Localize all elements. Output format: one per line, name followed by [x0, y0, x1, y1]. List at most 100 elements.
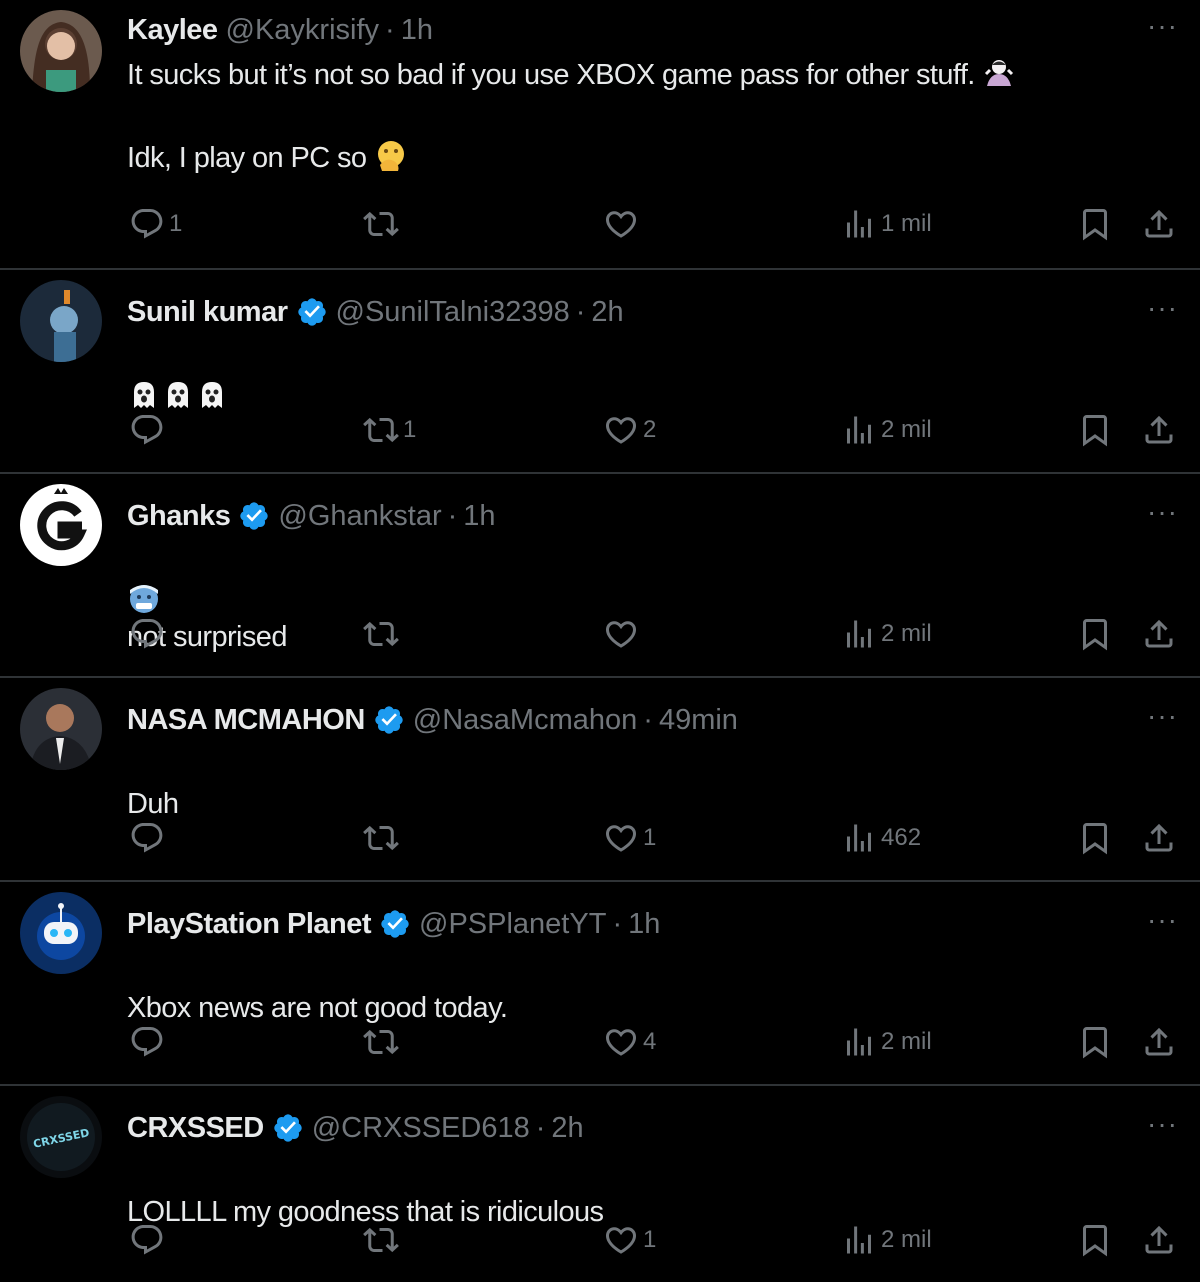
heart-icon — [603, 1024, 639, 1060]
share-icon — [1141, 206, 1177, 242]
like-button[interactable]: 1 — [603, 818, 656, 858]
avatar[interactable] — [20, 892, 102, 974]
post[interactable]: PlayStation Planet @PSPlanetYT · 1h ··· … — [0, 882, 1200, 1086]
bookmark-button[interactable] — [1077, 410, 1113, 450]
verified-badge-icon[interactable] — [379, 908, 411, 940]
repost-button[interactable] — [363, 204, 403, 244]
post-actions: 1 2 mil — [127, 1220, 1180, 1260]
post[interactable]: CRXSSED CRXSSED @CRXSSED618 · 2h ··· LOL… — [0, 1086, 1200, 1282]
share-button[interactable] — [1141, 1220, 1177, 1260]
repost-button[interactable] — [363, 1022, 403, 1062]
like-button[interactable]: 2 — [603, 410, 656, 450]
share-button[interactable] — [1141, 614, 1177, 654]
user-handle[interactable]: @Ghankstar — [278, 498, 441, 534]
timestamp[interactable]: 1h — [401, 12, 433, 48]
post[interactable]: Ghanks @Ghankstar · 1h ··· not surprised… — [0, 474, 1200, 678]
reply-button[interactable] — [129, 614, 169, 654]
reply-button[interactable] — [129, 1022, 169, 1062]
share-icon — [1141, 1024, 1177, 1060]
more-options-icon[interactable]: ··· — [1147, 498, 1178, 526]
bar-chart-icon — [841, 206, 877, 242]
like-count: 2 — [643, 416, 657, 443]
user-handle[interactable]: @PSPlanetYT — [419, 906, 606, 942]
views-button[interactable]: 462 — [841, 818, 921, 858]
post[interactable]: NASA MCMAHON @NasaMcmahon · 49min ··· Du… — [0, 678, 1200, 882]
display-name[interactable]: NASA MCMAHON — [127, 702, 365, 738]
timestamp[interactable]: 1h — [463, 498, 495, 534]
reply-icon — [129, 820, 165, 856]
share-icon — [1141, 616, 1177, 652]
bookmark-button[interactable] — [1077, 1022, 1113, 1062]
reply-button[interactable]: 1 — [129, 204, 182, 244]
user-handle[interactable]: @NasaMcmahon — [413, 702, 637, 738]
like-button[interactable]: 4 — [603, 1022, 656, 1062]
avatar[interactable] — [20, 688, 102, 770]
views-button[interactable]: 2 mil — [841, 410, 932, 450]
repost-icon — [363, 206, 399, 242]
reply-button[interactable] — [129, 818, 169, 858]
verified-badge-icon[interactable] — [272, 1112, 304, 1144]
user-handle[interactable]: @SunilTalni32398 — [336, 294, 570, 330]
display-name[interactable]: CRXSSED — [127, 1110, 264, 1146]
view-count: 2 mil — [881, 416, 932, 443]
timestamp[interactable]: 49min — [659, 702, 738, 738]
reply-icon — [129, 412, 165, 448]
verified-badge-icon[interactable] — [238, 500, 270, 532]
like-button[interactable]: 1 — [603, 1220, 656, 1260]
share-button[interactable] — [1141, 818, 1177, 858]
more-options-icon[interactable]: ··· — [1147, 906, 1178, 934]
repost-icon — [363, 412, 399, 448]
bookmark-button[interactable] — [1077, 1220, 1113, 1260]
share-button[interactable] — [1141, 410, 1177, 450]
timestamp[interactable]: 1h — [628, 906, 660, 942]
more-options-icon[interactable]: ··· — [1147, 294, 1178, 322]
like-button[interactable] — [603, 204, 643, 244]
avatar[interactable] — [20, 10, 102, 92]
repost-icon — [363, 820, 399, 856]
display-name[interactable]: Kaylee — [127, 12, 218, 48]
reply-button[interactable] — [129, 1220, 169, 1260]
like-count: 4 — [643, 1028, 657, 1055]
post[interactable]: Kaylee @Kaykrisify · 1h ··· It sucks but… — [0, 0, 1200, 270]
repost-button[interactable]: 1 — [363, 410, 416, 450]
cold-face-emoji-icon — [130, 585, 158, 613]
repost-button[interactable] — [363, 1220, 403, 1260]
bookmark-icon — [1077, 820, 1113, 856]
bookmark-button[interactable] — [1077, 614, 1113, 654]
views-button[interactable]: 2 mil — [841, 1022, 932, 1062]
post-text — [127, 342, 1160, 415]
like-button[interactable] — [603, 614, 643, 654]
views-button[interactable]: 2 mil — [841, 1220, 932, 1260]
views-button[interactable]: 1 mil — [841, 204, 932, 244]
timestamp[interactable]: 2h — [551, 1110, 583, 1146]
more-options-icon[interactable]: ··· — [1147, 12, 1178, 40]
avatar[interactable]: CRXSSED — [20, 1096, 102, 1178]
view-count: 2 mil — [881, 1226, 932, 1253]
share-button[interactable] — [1141, 204, 1177, 244]
bookmark-button[interactable] — [1077, 204, 1113, 244]
user-handle[interactable]: @Kaykrisify — [226, 12, 380, 48]
post[interactable]: Sunil kumar @SunilTalni32398 · 2h ··· 1 … — [0, 270, 1200, 474]
repost-button[interactable] — [363, 818, 403, 858]
bookmark-button[interactable] — [1077, 818, 1113, 858]
post-text-line: Idk, I play on PC so — [127, 142, 367, 174]
avatar[interactable] — [20, 280, 102, 362]
more-options-icon[interactable]: ··· — [1147, 1110, 1178, 1138]
ghost-emoji-icon — [134, 382, 154, 408]
more-options-icon[interactable]: ··· — [1147, 702, 1178, 730]
reply-button[interactable] — [129, 410, 169, 450]
reply-icon — [129, 616, 165, 652]
bookmark-icon — [1077, 412, 1113, 448]
views-button[interactable]: 2 mil — [841, 614, 932, 654]
display-name[interactable]: Sunil kumar — [127, 294, 288, 330]
avatar[interactable] — [20, 484, 102, 566]
repost-button[interactable] — [363, 614, 403, 654]
display-name[interactable]: PlayStation Planet — [127, 906, 372, 942]
share-button[interactable] — [1141, 1022, 1177, 1062]
user-handle[interactable]: @CRXSSED618 — [312, 1110, 530, 1146]
timestamp[interactable]: 2h — [591, 294, 623, 330]
view-count: 2 mil — [881, 1028, 932, 1055]
verified-badge-icon[interactable] — [296, 296, 328, 328]
display-name[interactable]: Ghanks — [127, 498, 231, 534]
verified-badge-icon[interactable] — [373, 704, 405, 736]
